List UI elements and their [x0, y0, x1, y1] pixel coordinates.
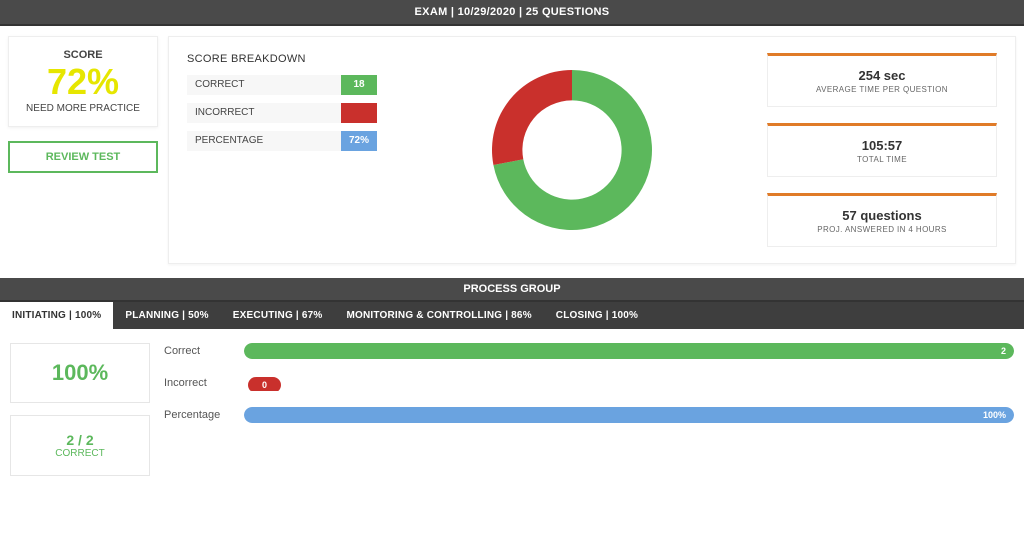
tab-monitoring[interactable]: MONITORING & CONTROLLING | 86%	[335, 302, 544, 329]
process-percent-card: 100%	[10, 343, 150, 403]
breakdown-incorrect-value: 7	[341, 103, 377, 123]
process-percent-value: 100%	[15, 360, 145, 386]
stats-column: 254 sec AVERAGE TIME PER QUESTION 105:57…	[767, 53, 997, 247]
process-fraction-card: 2 / 2 CORRECT	[10, 415, 150, 476]
score-column: SCORE 72% NEED MORE PRACTICE REVIEW TEST	[8, 36, 158, 264]
breakdown-row-percentage: PERCENTAGE 72%	[187, 131, 377, 151]
review-test-button[interactable]: REVIEW TEST	[8, 141, 158, 173]
tab-initiating[interactable]: INITIATING | 100%	[0, 302, 113, 329]
breakdown-incorrect-label: INCORRECT	[187, 103, 341, 123]
process-row-percentage-value: 100%	[983, 407, 1006, 423]
score-card: SCORE 72% NEED MORE PRACTICE	[8, 36, 158, 127]
process-row-incorrect-track: 0	[244, 375, 1014, 391]
stat-avg-time-label: AVERAGE TIME PER QUESTION	[774, 85, 990, 94]
process-group-section: PROCESS GROUP INITIATING | 100% PLANNING…	[0, 278, 1024, 496]
donut-chart	[397, 53, 747, 247]
process-row-correct-label: Correct	[164, 345, 244, 357]
process-row-correct: Correct 2	[164, 343, 1014, 359]
process-bars: Correct 2 Incorrect 0 Percentage 100%	[164, 343, 1014, 476]
score-breakdown: SCORE BREAKDOWN CORRECT 18 INCORRECT 7 P…	[187, 53, 377, 247]
stat-proj-value: 57 questions	[774, 208, 990, 223]
breakdown-row-correct: CORRECT 18	[187, 75, 377, 95]
tab-closing[interactable]: CLOSING | 100%	[544, 302, 650, 329]
breakdown-percentage-label: PERCENTAGE	[187, 131, 341, 151]
process-row-percentage: Percentage 100%	[164, 407, 1014, 423]
process-row-correct-track: 2	[244, 343, 1014, 359]
score-title: SCORE	[15, 49, 151, 61]
stat-proj: 57 questions PROJ. ANSWERED IN 4 HOURS	[767, 193, 997, 247]
process-row-incorrect-value: 0	[248, 377, 281, 391]
stat-avg-time: 254 sec AVERAGE TIME PER QUESTION	[767, 53, 997, 107]
summary-area: SCORE 72% NEED MORE PRACTICE REVIEW TEST…	[0, 26, 1024, 278]
process-fraction-value: 2 / 2	[15, 432, 145, 448]
summary-panel: SCORE BREAKDOWN CORRECT 18 INCORRECT 7 P…	[168, 36, 1016, 264]
stat-avg-time-value: 254 sec	[774, 68, 990, 83]
process-detail: 100% 2 / 2 CORRECT Correct 2 Incorrect 0	[0, 329, 1024, 496]
score-value: 72%	[15, 63, 151, 101]
breakdown-correct-label: CORRECT	[187, 75, 341, 95]
process-row-correct-fill: 2	[244, 343, 1014, 359]
process-row-percentage-track: 100%	[244, 407, 1014, 423]
tab-planning[interactable]: PLANNING | 50%	[113, 302, 220, 329]
score-breakdown-title: SCORE BREAKDOWN	[187, 53, 377, 65]
page-header: EXAM | 10/29/2020 | 25 QUESTIONS	[0, 0, 1024, 26]
process-row-incorrect-label: Incorrect	[164, 377, 244, 389]
stat-total-time: 105:57 TOTAL TIME	[767, 123, 997, 177]
process-tab-bar: INITIATING | 100% PLANNING | 50% EXECUTI…	[0, 302, 1024, 329]
process-row-percentage-label: Percentage	[164, 409, 244, 421]
process-row-percentage-fill: 100%	[244, 407, 1014, 423]
stat-proj-label: PROJ. ANSWERED IN 4 HOURS	[774, 225, 990, 234]
breakdown-percentage-value: 72%	[341, 131, 377, 151]
tab-executing[interactable]: EXECUTING | 67%	[221, 302, 335, 329]
page-header-title: EXAM | 10/29/2020 | 25 QUESTIONS	[415, 6, 610, 18]
stat-total-time-label: TOTAL TIME	[774, 155, 990, 164]
process-row-incorrect: Incorrect 0	[164, 375, 1014, 391]
donut-slice-incorrect	[492, 70, 572, 165]
donut-chart-svg	[482, 60, 662, 240]
stat-total-time-value: 105:57	[774, 138, 990, 153]
process-group-header: PROCESS GROUP	[0, 278, 1024, 302]
process-row-correct-value: 2	[1001, 343, 1006, 359]
process-fraction-label: CORRECT	[15, 448, 145, 459]
breakdown-row-incorrect: INCORRECT 7	[187, 103, 377, 123]
breakdown-correct-value: 18	[341, 75, 377, 95]
process-left-cards: 100% 2 / 2 CORRECT	[10, 343, 150, 476]
score-note: NEED MORE PRACTICE	[15, 103, 151, 114]
